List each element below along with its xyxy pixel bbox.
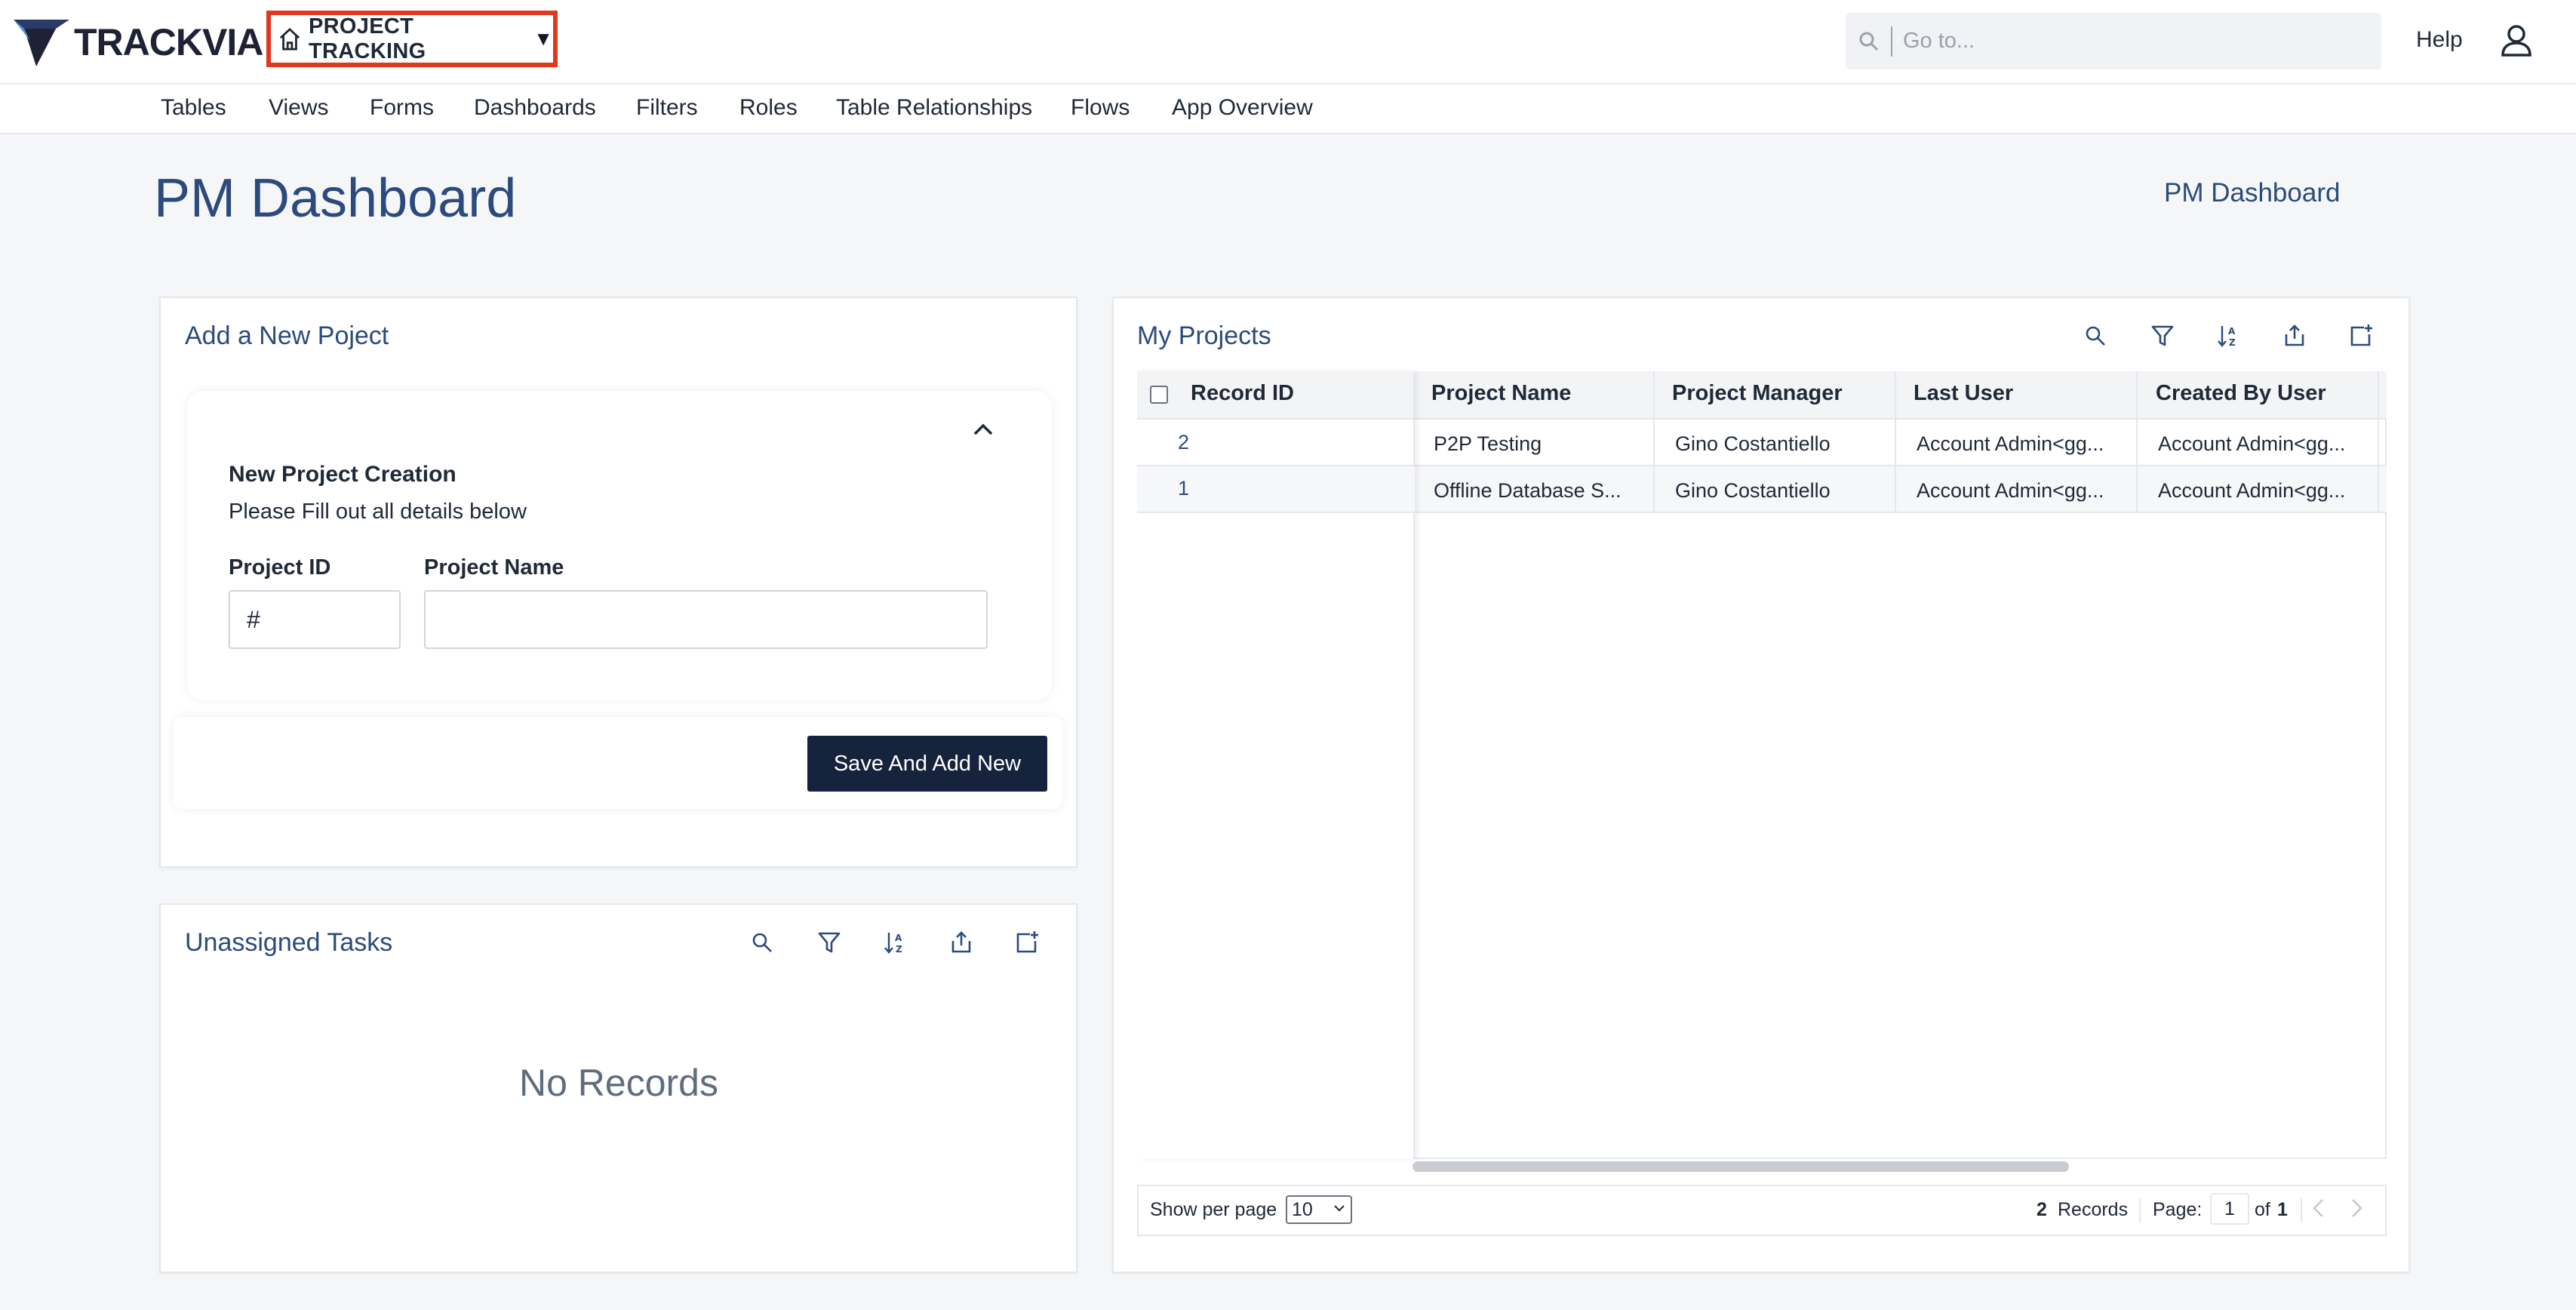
filter-icon[interactable]	[816, 929, 843, 956]
save-and-add-new-button[interactable]: Save And Add New	[807, 736, 1047, 792]
add-record-icon[interactable]	[2347, 322, 2375, 349]
nav-views[interactable]: Views	[269, 95, 328, 121]
breadcrumb[interactable]: PM Dashboard	[2164, 178, 2340, 208]
project-name-field[interactable]	[424, 590, 988, 649]
column-divider	[1895, 371, 1896, 513]
nav-table-relationships[interactable]: Table Relationships	[836, 95, 1032, 121]
goto-input[interactable]	[1903, 29, 2356, 54]
form-subtext: Please Fill out all details below	[229, 500, 527, 524]
help-link[interactable]: Help	[2416, 27, 2463, 53]
app-nav: Tables Views Forms Dashboards Filters Ro…	[0, 85, 2576, 134]
project-form-card	[187, 391, 1052, 700]
project-manager-cell: Gino Costantiello	[1675, 479, 1831, 502]
pager-divider	[2139, 1198, 2141, 1222]
no-records-message: No Records	[519, 1062, 718, 1104]
top-bar: TRACKVIA PROJECT TRACKING ▼ Help	[0, 0, 2576, 85]
column-divider	[2136, 371, 2138, 513]
per-page-select[interactable]: 10	[1286, 1195, 1352, 1224]
last-user-cell: Account Admin<gg...	[1917, 479, 2104, 502]
column-header-project-manager[interactable]: Project Manager	[1672, 381, 1843, 406]
trackvia-logo[interactable]: TRACKVIA	[14, 17, 263, 68]
nav-flows[interactable]: Flows	[1071, 95, 1130, 121]
column-header-last-user[interactable]: Last User	[1914, 381, 2013, 406]
record-id-link[interactable]: 1	[1178, 477, 1189, 500]
svg-text:A: A	[2228, 326, 2236, 337]
svg-text:A: A	[895, 933, 902, 943]
goto-search	[1846, 13, 2381, 69]
previous-page-icon[interactable]	[2307, 1195, 2330, 1221]
of-label: of	[2255, 1199, 2270, 1220]
caret-down-icon: ▼	[533, 27, 553, 50]
records-label: Records	[2058, 1199, 2129, 1220]
column-header-project-name[interactable]: Project Name	[1431, 381, 1571, 406]
column-divider	[1653, 371, 1655, 513]
page-number-input[interactable]: 1	[2210, 1193, 2249, 1225]
per-page-value: 10	[1292, 1198, 1313, 1220]
my-projects-title: My Projects	[1137, 321, 1271, 350]
select-all-checkbox[interactable]	[1150, 386, 1168, 404]
project-name-label: Project Name	[424, 555, 564, 580]
search-icon[interactable]	[749, 929, 776, 956]
add-project-title: Add a New Poject	[185, 321, 389, 350]
chevron-up-icon[interactable]	[970, 417, 996, 442]
export-icon[interactable]	[2281, 322, 2308, 349]
sort-icon[interactable]: AZ	[2215, 322, 2242, 349]
add-record-icon[interactable]	[1013, 929, 1041, 956]
nav-roles[interactable]: Roles	[739, 95, 798, 121]
next-page-icon[interactable]	[2345, 1195, 2368, 1221]
created-by-cell: Account Admin<gg...	[2158, 479, 2346, 502]
search-divider	[1891, 26, 1892, 57]
sort-icon[interactable]: AZ	[882, 929, 909, 956]
project-name-cell: P2P Testing	[1434, 432, 1542, 455]
nav-tables[interactable]: Tables	[161, 95, 226, 121]
column-divider	[2378, 371, 2379, 513]
search-icon	[1859, 32, 1879, 51]
nav-forms[interactable]: Forms	[370, 95, 434, 121]
show-per-page-label: Show per page	[1150, 1199, 1277, 1220]
svg-text:Z: Z	[2229, 337, 2236, 348]
created-by-cell: Account Admin<gg...	[2158, 432, 2346, 455]
project-id-label: Project ID	[229, 555, 331, 580]
trackvia-logo-mark-icon	[14, 20, 69, 66]
page-label: Page:	[2153, 1199, 2203, 1220]
filter-icon[interactable]	[2149, 322, 2176, 349]
project-name-cell: Offline Database S...	[1434, 479, 1622, 502]
app-name: PROJECT TRACKING	[309, 14, 426, 63]
chevron-down-icon	[1334, 1205, 1345, 1212]
svg-text:Z: Z	[896, 944, 902, 955]
nav-dashboards[interactable]: Dashboards	[474, 95, 596, 121]
user-icon[interactable]	[2499, 23, 2534, 57]
app-switcher[interactable]: PROJECT TRACKING ▼	[266, 11, 558, 67]
nav-filters[interactable]: Filters	[636, 95, 698, 121]
nav-app-overview[interactable]: App Overview	[1172, 95, 1313, 121]
export-icon[interactable]	[948, 929, 975, 956]
logo-text: TRACKVIA	[74, 21, 263, 63]
page-title: PM Dashboard	[154, 168, 517, 229]
record-count: 2	[2037, 1199, 2047, 1220]
home-icon	[279, 27, 300, 51]
column-header-created-by-user[interactable]: Created By User	[2156, 381, 2326, 406]
horizontal-scrollbar[interactable]	[1412, 1161, 2069, 1172]
form-heading: New Project Creation	[229, 462, 456, 487]
total-pages: 1	[2277, 1199, 2288, 1220]
record-id-link[interactable]: 2	[1178, 431, 1189, 454]
project-manager-cell: Gino Costantiello	[1675, 432, 1831, 455]
project-id-field[interactable]: #	[229, 590, 401, 649]
search-icon[interactable]	[2082, 322, 2109, 349]
last-user-cell: Account Admin<gg...	[1917, 432, 2104, 455]
unassigned-tasks-title: Unassigned Tasks	[185, 928, 393, 957]
pager-divider	[2301, 1198, 2302, 1222]
column-header-record-id[interactable]: Record ID	[1191, 381, 1294, 406]
